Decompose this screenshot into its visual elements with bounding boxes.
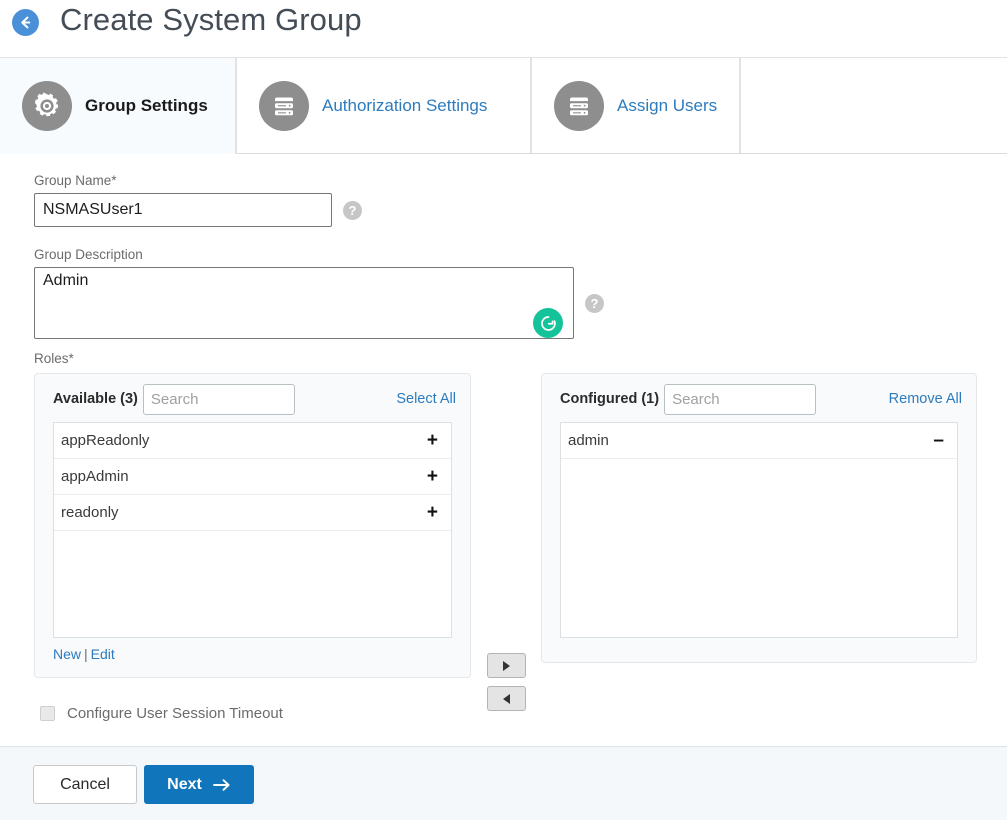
role-name: appAdmin <box>61 468 129 485</box>
server-stack-icon <box>554 80 604 131</box>
group-name-label: Group Name* <box>34 173 117 188</box>
group-description-label: Group Description <box>34 247 143 262</box>
role-name: appReadonly <box>61 432 150 449</box>
tab-bar-filler <box>740 57 1007 153</box>
group-name-field-group: Group Name* ? <box>34 173 362 227</box>
tab-assign-users[interactable]: Assign Users <box>531 57 740 153</box>
server-stack-icon <box>259 80 309 131</box>
add-role-icon[interactable]: + <box>427 467 438 486</box>
remove-role-icon[interactable]: – <box>933 431 944 450</box>
arrow-right-icon <box>212 778 231 792</box>
list-item[interactable]: appReadonly + <box>54 423 451 459</box>
transfer-buttons <box>487 653 526 711</box>
help-icon[interactable]: ? <box>343 200 362 220</box>
footer-separator: | <box>84 646 88 662</box>
tab-label: Authorization Settings <box>322 95 488 115</box>
configured-roles-list[interactable]: admin – <box>560 422 958 638</box>
role-name: readonly <box>61 504 119 521</box>
new-role-link[interactable]: New <box>53 646 81 662</box>
remove-all-link[interactable]: Remove All <box>889 391 962 407</box>
available-count-label: Available (3) <box>53 391 138 407</box>
page-header: Create System Group <box>0 0 1007 55</box>
create-system-group-page: Create System Group Group Settings Autho… <box>0 0 1007 820</box>
list-item[interactable]: appAdmin + <box>54 459 451 495</box>
help-icon[interactable]: ? <box>585 294 604 313</box>
grammarly-icon[interactable] <box>533 308 563 338</box>
cancel-button[interactable]: Cancel <box>33 765 137 804</box>
add-role-icon[interactable]: + <box>427 503 438 522</box>
available-panel-footer: New | Edit <box>35 638 470 662</box>
list-item[interactable]: admin – <box>561 423 957 459</box>
tab-bar: Group Settings Authorization Settings As… <box>0 57 1007 154</box>
available-panel-header: Available (3) Select All <box>35 374 470 422</box>
available-roles-panel: Available (3) Select All appReadonly + a… <box>34 373 471 678</box>
page-footer: Cancel Next <box>0 746 1007 820</box>
group-description-textarea[interactable] <box>34 267 574 339</box>
arrow-right-icon <box>503 660 510 671</box>
group-name-input[interactable] <box>34 193 332 227</box>
form-body: Group Name* ? Group Description ? <box>0 155 1007 745</box>
add-role-icon[interactable]: + <box>427 431 438 450</box>
tab-group-settings[interactable]: Group Settings <box>0 57 236 154</box>
configured-panel-header: Configured (1) Remove All <box>542 374 976 422</box>
group-description-field-group: Group Description ? <box>34 247 604 339</box>
configure-user-session-timeout-checkbox[interactable] <box>40 706 55 721</box>
next-button-label: Next <box>167 775 202 793</box>
configured-count-label: Configured (1) <box>560 391 660 407</box>
gear-icon <box>22 80 72 131</box>
roles-label: Roles* <box>34 351 74 366</box>
edit-role-link[interactable]: Edit <box>91 646 115 662</box>
available-roles-list[interactable]: appReadonly + appAdmin + readonly + <box>53 422 452 638</box>
tab-authorization-settings[interactable]: Authorization Settings <box>236 57 531 153</box>
next-button[interactable]: Next <box>144 765 254 804</box>
session-timeout-label: Configure User Session Timeout <box>67 705 283 722</box>
configured-roles-panel: Configured (1) Remove All admin – <box>541 373 977 663</box>
move-right-button[interactable] <box>487 653 526 678</box>
tab-label: Assign Users <box>617 95 718 115</box>
page-title: Create System Group <box>60 2 362 37</box>
available-search-input[interactable] <box>142 383 295 415</box>
session-timeout-row: Configure User Session Timeout <box>40 705 283 722</box>
role-name: admin <box>568 432 609 449</box>
move-left-button[interactable] <box>487 686 526 711</box>
select-all-link[interactable]: Select All <box>396 391 456 407</box>
list-item[interactable]: readonly + <box>54 495 451 531</box>
back-arrow-icon[interactable] <box>12 9 39 36</box>
tab-label: Group Settings <box>85 95 208 115</box>
cancel-button-label: Cancel <box>60 775 110 793</box>
arrow-left-icon <box>503 693 510 704</box>
configured-search-input[interactable] <box>664 383 817 415</box>
